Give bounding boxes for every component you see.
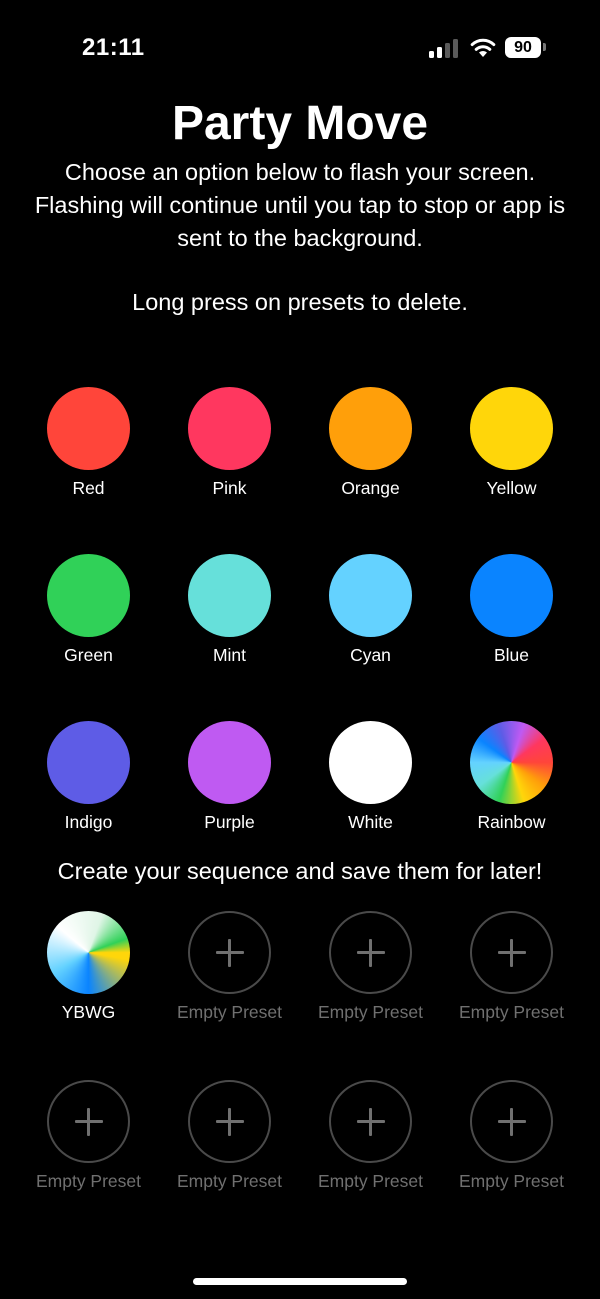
plus-icon (356, 938, 385, 967)
delete-hint: Long press on presets to delete. (132, 289, 468, 315)
preset-label: YBWG (61, 1002, 116, 1022)
page-title: Party Move (171, 97, 429, 150)
preset-label: Empty Preset (317, 1002, 424, 1022)
empty-preset-button[interactable]: Empty Preset (300, 1080, 441, 1192)
add-preset-circle[interactable] (470, 1080, 553, 1163)
color-option-white[interactable]: White (300, 721, 441, 833)
preset-label: Empty Preset (176, 1002, 283, 1022)
color-option-label: Red (72, 478, 105, 498)
color-swatch[interactable] (188, 721, 271, 804)
color-option-label: Rainbow (477, 812, 546, 832)
add-preset-circle[interactable] (329, 1080, 412, 1163)
color-option-green[interactable]: Green (18, 554, 159, 666)
color-option-cyan[interactable]: Cyan (300, 554, 441, 666)
plus-icon (215, 1107, 244, 1136)
color-option-mint[interactable]: Mint (159, 554, 300, 666)
battery-icon: 90 (505, 37, 541, 58)
color-swatch[interactable] (188, 554, 271, 637)
color-option-label: Blue (493, 645, 530, 665)
add-preset-circle[interactable] (188, 911, 271, 994)
color-option-rainbow[interactable]: Rainbow (441, 721, 582, 833)
color-option-label: Green (64, 645, 113, 665)
color-option-label: Pink (212, 478, 247, 498)
color-swatch[interactable] (47, 554, 130, 637)
color-option-label: Mint (212, 645, 247, 665)
color-option-purple[interactable]: Purple (159, 721, 300, 833)
color-option-label: Orange (341, 478, 400, 498)
preset-label: Empty Preset (317, 1171, 424, 1191)
empty-preset-button[interactable]: Empty Preset (18, 1080, 159, 1192)
home-indicator[interactable] (193, 1278, 407, 1285)
add-preset-circle[interactable] (188, 1080, 271, 1163)
color-swatch[interactable] (47, 387, 130, 470)
color-swatch[interactable] (329, 554, 412, 637)
preset-swatch[interactable] (47, 911, 130, 994)
plus-icon (74, 1107, 103, 1136)
battery-tip (543, 43, 546, 51)
empty-preset-button[interactable]: Empty Preset (159, 911, 300, 1023)
plus-icon (497, 938, 526, 967)
page-description: Choose an option below to flash your scr… (34, 159, 566, 251)
color-option-label: Cyan (350, 645, 391, 665)
plus-icon (497, 1107, 526, 1136)
plus-icon (215, 938, 244, 967)
add-preset-circle[interactable] (329, 911, 412, 994)
color-option-label: White (348, 812, 393, 832)
color-option-orange[interactable]: Orange (300, 387, 441, 499)
wifi-icon (470, 38, 496, 57)
color-swatch[interactable] (329, 387, 412, 470)
plus-icon (356, 1107, 385, 1136)
color-swatch[interactable] (470, 554, 553, 637)
empty-preset-button[interactable]: Empty Preset (159, 1080, 300, 1192)
color-option-indigo[interactable]: Indigo (18, 721, 159, 833)
color-option-yellow[interactable]: Yellow (441, 387, 582, 499)
empty-preset-button[interactable]: Empty Preset (300, 911, 441, 1023)
add-preset-circle[interactable] (47, 1080, 130, 1163)
preset-label: Empty Preset (35, 1171, 142, 1191)
color-swatch[interactable] (188, 387, 271, 470)
preset-label: Empty Preset (458, 1171, 565, 1191)
cellular-signal-icon (429, 38, 461, 58)
status-bar: 21:11 90 (0, 0, 600, 96)
preset-ybwg[interactable]: YBWG (18, 911, 159, 1023)
color-options-grid: Red Pink Orange Yellow Green Mint Cyan Blue Indi… (18, 387, 582, 833)
color-option-blue[interactable]: Blue (441, 554, 582, 666)
add-preset-circle[interactable] (470, 911, 553, 994)
color-option-pink[interactable]: Pink (159, 387, 300, 499)
color-option-label: Yellow (486, 478, 537, 498)
preset-label: Empty Preset (176, 1171, 283, 1191)
color-option-red[interactable]: Red (18, 387, 159, 499)
sequence-section-title: Create your sequence and save them for l… (57, 858, 543, 884)
empty-preset-button[interactable]: Empty Preset (441, 1080, 582, 1192)
color-swatch[interactable] (470, 387, 553, 470)
color-option-label: Purple (204, 812, 255, 832)
color-swatch[interactable] (47, 721, 130, 804)
color-swatch[interactable] (329, 721, 412, 804)
status-time: 21:11 (82, 34, 145, 61)
empty-preset-button[interactable]: Empty Preset (441, 911, 582, 1023)
preset-label: Empty Preset (458, 1002, 565, 1022)
rainbow-gradient-icon[interactable] (470, 721, 553, 804)
preset-grid: YBWG Empty Preset Empty Preset Empty Preset… (18, 911, 582, 1192)
color-option-label: Indigo (64, 812, 113, 832)
